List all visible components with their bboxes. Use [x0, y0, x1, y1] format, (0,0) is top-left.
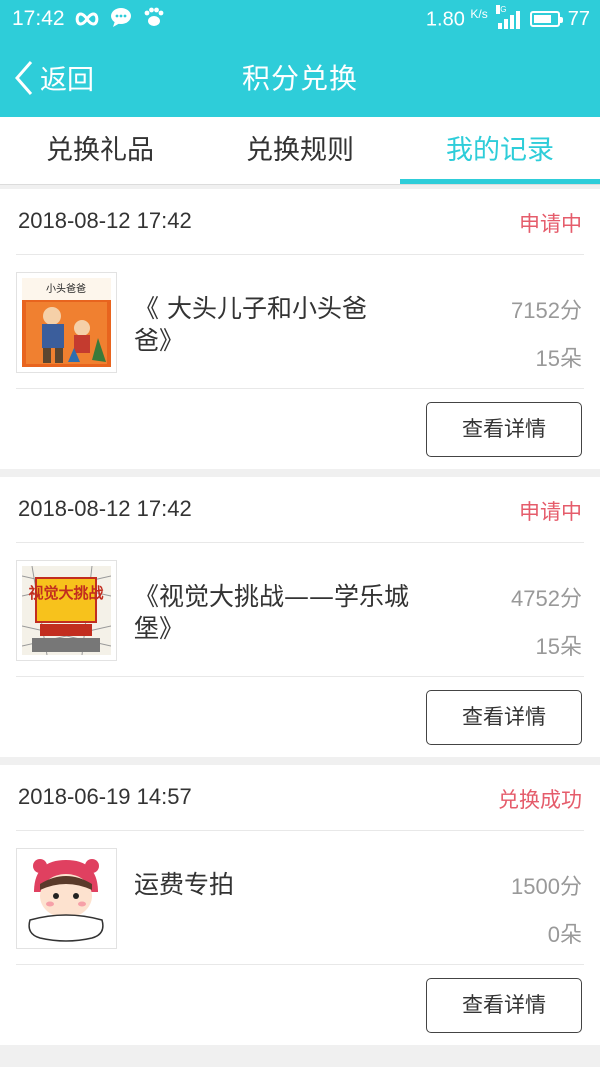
record-card: 2018-08-12 17:42 申请中 小头爸爸 《 大头儿子和小头爸 爸》 … [0, 189, 600, 469]
header: 返回 积分兑换 [0, 38, 600, 117]
battery-icon: 77 [529, 7, 590, 31]
top-bar: 17:42 1.80 K/s 4G 77 返回 积分兑换 [0, 0, 600, 117]
record-item-name: 运费专拍 [134, 870, 235, 899]
record-header: 2018-06-19 14:57 兑换成功 [16, 765, 584, 831]
network-speed: 1.80 K/s [425, 7, 488, 31]
record-flowers: 0朵 [547, 922, 582, 947]
infinity-icon [74, 8, 100, 32]
record-date: 2018-06-19 14:57 [18, 784, 192, 809]
tab-bar: 兑换礼品 兑换规则 我的记录 [0, 117, 600, 185]
record-item-name: 《视觉大挑战——学乐城 堡》 [134, 582, 410, 643]
paw-icon [142, 7, 164, 32]
status-time: 17:42 [12, 7, 65, 30]
view-details-button[interactable]: 查看详情 [426, 690, 582, 745]
view-details-button[interactable]: 查看详情 [426, 402, 582, 457]
battery-level: 77 [567, 7, 590, 30]
view-details-button[interactable]: 查看详情 [426, 978, 582, 1033]
record-date: 2018-08-12 17:42 [18, 208, 192, 233]
record-item[interactable]: 小头爸爸 《 大头儿子和小头爸 爸》 7152分 15朵 [16, 255, 584, 389]
status-notification-icons [74, 7, 164, 32]
page-title: 积分兑换 [241, 62, 358, 95]
record-points: 7152分 [511, 298, 582, 323]
chat-bubble-icon [110, 7, 132, 32]
record-item[interactable]: 视觉大挑战 《视觉大挑战——学乐城 堡》 4752分 15朵 [16, 543, 584, 677]
record-points: 1500分 [511, 874, 582, 899]
record-status: 兑换成功 [498, 788, 582, 812]
record-header: 2018-08-12 17:42 申请中 [16, 189, 584, 255]
signal-icon: 4G [495, 5, 520, 30]
record-flowers: 15朵 [535, 634, 582, 659]
record-date: 2018-08-12 17:42 [18, 496, 192, 521]
tab-exchange-rules[interactable]: 兑换规则 [200, 117, 400, 184]
record-item-name: 《 大头儿子和小头爸 爸》 [134, 294, 367, 355]
tab-exchange-gifts[interactable]: 兑换礼品 [0, 117, 200, 184]
book-cover-father-son-icon: 小头爸爸 [16, 272, 117, 373]
svg-text:视觉大挑战: 视觉大挑战 [28, 584, 103, 602]
cartoon-girl-shipping-icon [16, 848, 117, 949]
record-status: 申请中 [519, 500, 582, 524]
status-right: 1.80 K/s 4G 77 [425, 5, 590, 32]
svg-text:小头爸爸: 小头爸爸 [46, 282, 86, 295]
status-bar: 17:42 1.80 K/s 4G 77 [0, 0, 600, 38]
record-card: 2018-08-12 17:42 申请中 视觉大挑战 《视觉大挑战——学乐城 堡… [0, 477, 600, 757]
records-list: 2018-08-12 17:42 申请中 小头爸爸 《 大头儿子和小头爸 爸》 … [0, 189, 600, 1053]
record-flowers: 15朵 [535, 346, 582, 371]
book-cover-visual-challenge-icon: 视觉大挑战 [16, 560, 117, 661]
record-status: 申请中 [519, 212, 582, 236]
record-item[interactable]: 运费专拍 1500分 0朵 [16, 831, 584, 965]
record-points: 4752分 [511, 586, 582, 611]
record-header: 2018-08-12 17:42 申请中 [16, 477, 584, 543]
tab-my-records[interactable]: 我的记录 [400, 117, 600, 184]
record-card: 2018-06-19 14:57 兑换成功 运费专拍 1500分 0朵 查看详情 [0, 765, 600, 1045]
